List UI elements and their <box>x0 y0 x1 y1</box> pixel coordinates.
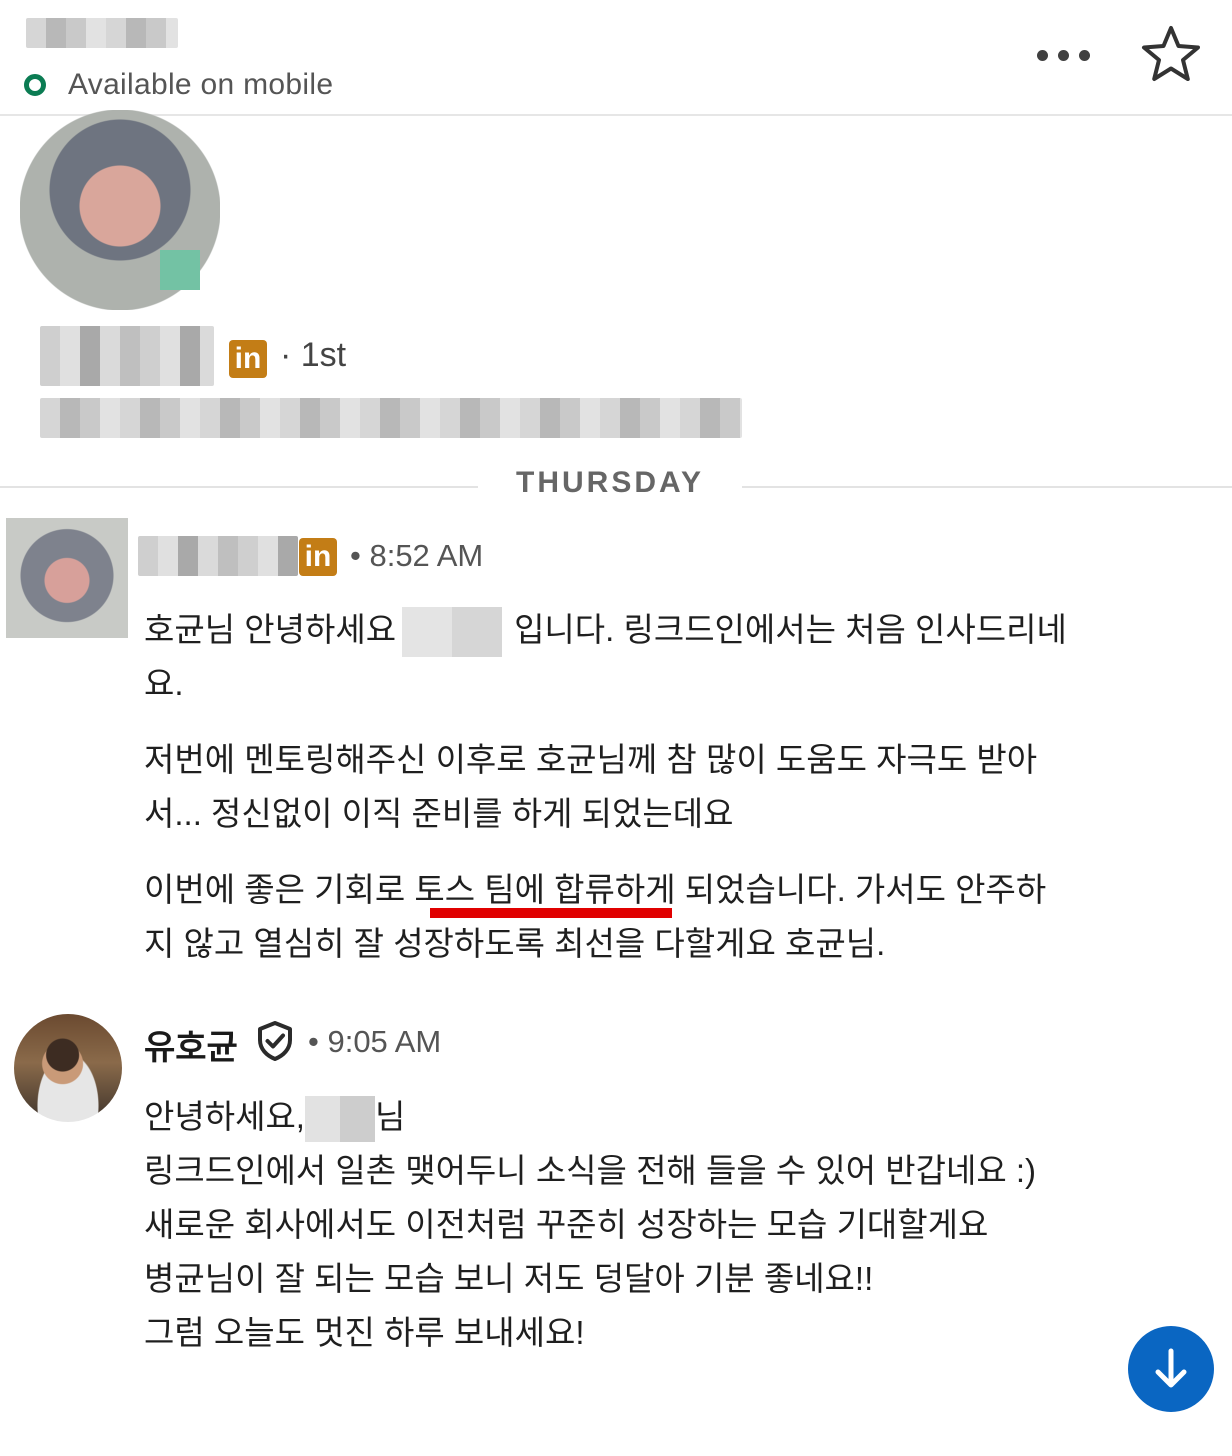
more-horizontal-icon <box>1036 49 1048 61</box>
message-paragraph: 저번에 멘토링해주신 이후로 호균님께 참 많이 도움도 자극도 받아서... … <box>144 741 1038 832</box>
connection-degree: · 1st <box>280 336 347 374</box>
redacted-sender-name[interactable] <box>138 536 298 576</box>
scroll-to-bottom-button[interactable] <box>1128 1326 1214 1412</box>
star-icon <box>1142 26 1200 81</box>
star-conversation-button[interactable] <box>1140 24 1202 84</box>
message-text: 호균님 안녕하세요 <box>144 611 397 648</box>
day-label: THURSDAY <box>516 466 704 499</box>
verified-shield-icon <box>255 1020 295 1062</box>
sender-avatar[interactable] <box>6 518 128 638</box>
redacted-name <box>304 1096 375 1143</box>
redacted-contact-name <box>26 18 178 48</box>
reply-sender-name[interactable]: 유호균 <box>144 1020 238 1069</box>
reply-sender-avatar[interactable] <box>14 1014 122 1122</box>
linkedin-premium-icon: in <box>299 538 337 576</box>
redacted-profile-name[interactable] <box>40 326 214 386</box>
day-divider: THURSDAY <box>0 462 1232 510</box>
message-paragraph: 호균님 안녕하세요 입니다. 링크드인에서는 처음 인사드리네요. <box>144 603 1074 711</box>
message-text: 안녕하세요, <box>144 1098 305 1135</box>
linkedin-premium-icon: in <box>229 340 267 378</box>
divider-line <box>0 486 478 488</box>
reply-message-body: 안녕하세요, 님 링크드인에서 일촌 맺어두니 소식을 전해 들을 수 있어 반갑… <box>144 1090 1074 1360</box>
message-text: 링크드인에서 일촌 맺어두니 소식을 전해 들을 수 있어 반갑네요 :) 새로… <box>144 1152 1037 1351</box>
arrow-down-icon <box>1155 1348 1187 1388</box>
availability-status: Available on mobile <box>24 66 333 104</box>
highlight-underline <box>430 908 672 918</box>
redacted-profile-headline <box>40 398 742 438</box>
online-status-icon <box>24 74 46 96</box>
message-timestamp: • 9:05 AM <box>308 1024 442 1059</box>
message-timestamp: • 8:52 AM <box>350 538 484 573</box>
profile-avatar[interactable] <box>20 110 220 310</box>
availability-text: Available on mobile <box>68 68 334 101</box>
conversation-header: Available on mobile <box>0 0 1232 116</box>
redacted-name <box>402 607 503 658</box>
divider-line <box>742 486 1232 488</box>
more-options-button[interactable] <box>1030 38 1096 72</box>
message-text: 님 <box>374 1098 406 1135</box>
